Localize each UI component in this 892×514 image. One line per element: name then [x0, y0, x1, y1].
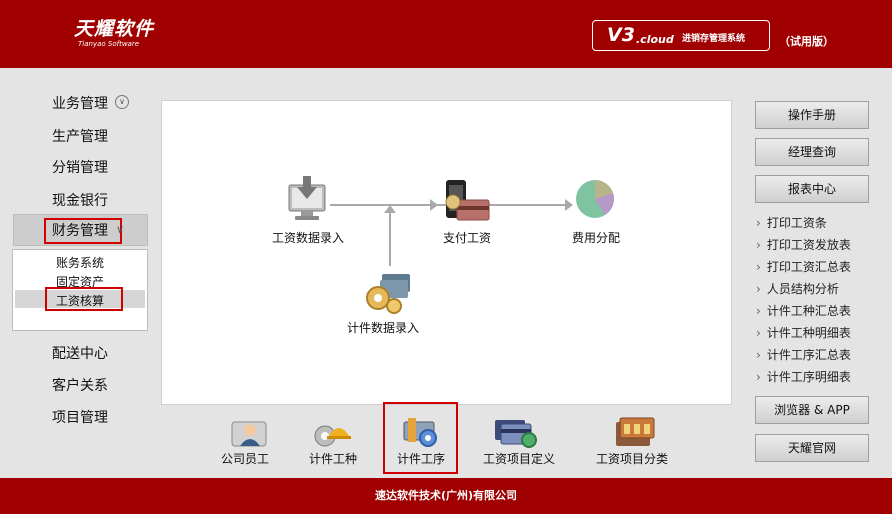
expand-chevron-icon[interactable]: ∨: [115, 95, 129, 109]
official-site-button[interactable]: 天耀官网: [755, 434, 869, 462]
nav-business[interactable]: 业务管理: [52, 93, 108, 113]
tool-piece-work-type[interactable]: 计件工种: [309, 450, 357, 467]
top-banner: 天耀软件 Tianyao Software V3 .cloud 进销存管理系统 …: [0, 0, 892, 68]
flow-label-cost-alloc[interactable]: 费用分配: [572, 229, 620, 246]
payroll-highlight: [45, 287, 123, 311]
report-link[interactable]: › 打印工资条: [756, 214, 827, 231]
report-link[interactable]: › 计件工序明细表: [756, 368, 851, 385]
flow-label-pay-salary[interactable]: 支付工资: [443, 229, 491, 246]
nav-finance[interactable]: 财务管理: [44, 218, 122, 244]
report-center-button[interactable]: 报表中心: [755, 175, 869, 203]
trial-label: （试用版）: [779, 35, 834, 48]
chevron-right-icon: ›: [756, 216, 761, 230]
nav-cash-bank[interactable]: 现金银行: [52, 190, 108, 210]
nav-delivery[interactable]: 配送中心: [52, 343, 108, 363]
product-name: 进销存管理系统: [682, 34, 746, 44]
chevron-right-icon: ›: [756, 326, 761, 340]
chevron-right-icon: ›: [756, 304, 761, 318]
brand-logo: 天耀软件 Tianyao Software: [74, 18, 154, 48]
salary-category-icon[interactable]: [614, 416, 656, 448]
worker-helmet-icon[interactable]: [313, 418, 353, 448]
manual-button[interactable]: 操作手册: [755, 101, 869, 129]
tool-salary-item-cat[interactable]: 工资项目分类: [596, 450, 668, 467]
tool-employees[interactable]: 公司员工: [221, 450, 269, 467]
version-suffix: .cloud: [636, 33, 674, 46]
logo-main-text: 天耀软件: [74, 18, 155, 40]
version-badge: V3 .cloud 进销存管理系统: [592, 20, 770, 51]
submenu-accounting[interactable]: 账务系统: [56, 254, 104, 271]
chevron-right-icon: ›: [756, 348, 761, 362]
report-link[interactable]: › 计件工序汇总表: [756, 346, 851, 363]
cards-gear-icon[interactable]: [493, 416, 539, 448]
chevron-right-icon: ›: [756, 282, 761, 296]
manager-query-button[interactable]: 经理查询: [755, 138, 869, 166]
arrow-right-icon: [430, 199, 438, 211]
chevron-right-icon: ›: [756, 238, 761, 252]
logo-sub-text: Tianyao Software: [78, 40, 140, 48]
nav-customer[interactable]: 客户关系: [52, 375, 108, 395]
report-link[interactable]: › 计件工种汇总表: [756, 302, 851, 319]
workflow-panel: [161, 100, 732, 405]
tool-salary-item-def[interactable]: 工资项目定义: [483, 450, 555, 467]
pie-chart-icon[interactable]: [575, 179, 617, 221]
report-link[interactable]: › 计件工种明细表: [756, 324, 851, 341]
browser-app-button[interactable]: 浏览器 & APP: [755, 396, 869, 424]
report-link[interactable]: › 打印工资汇总表: [756, 258, 851, 275]
phone-card-icon[interactable]: [443, 180, 491, 224]
version-number: V3: [607, 24, 635, 46]
flow-label-piece-entry[interactable]: 计件数据录入: [347, 319, 419, 336]
arrow-up-icon: [384, 205, 396, 213]
chevron-right-icon: ›: [756, 370, 761, 384]
employee-icon[interactable]: [230, 418, 268, 448]
report-link[interactable]: › 打印工资发放表: [756, 236, 851, 253]
nav-distribution[interactable]: 分销管理: [52, 157, 108, 177]
monitor-download-icon[interactable]: [287, 175, 327, 223]
footer-company: 速达软件技术(广州)有限公司: [0, 478, 892, 514]
nav-production[interactable]: 生产管理: [52, 126, 108, 146]
gears-money-icon[interactable]: [364, 268, 412, 314]
nav-project[interactable]: 项目管理: [52, 407, 108, 427]
collapse-chevron-icon[interactable]: ∨: [116, 223, 124, 236]
chevron-right-icon: ›: [756, 260, 761, 274]
flow-label-salary-entry[interactable]: 工资数据录入: [272, 229, 344, 246]
flow-line-vertical: [389, 210, 391, 266]
process-highlight: [383, 402, 458, 474]
arrow-right-icon: [565, 199, 573, 211]
report-link[interactable]: › 人员结构分析: [756, 280, 839, 297]
